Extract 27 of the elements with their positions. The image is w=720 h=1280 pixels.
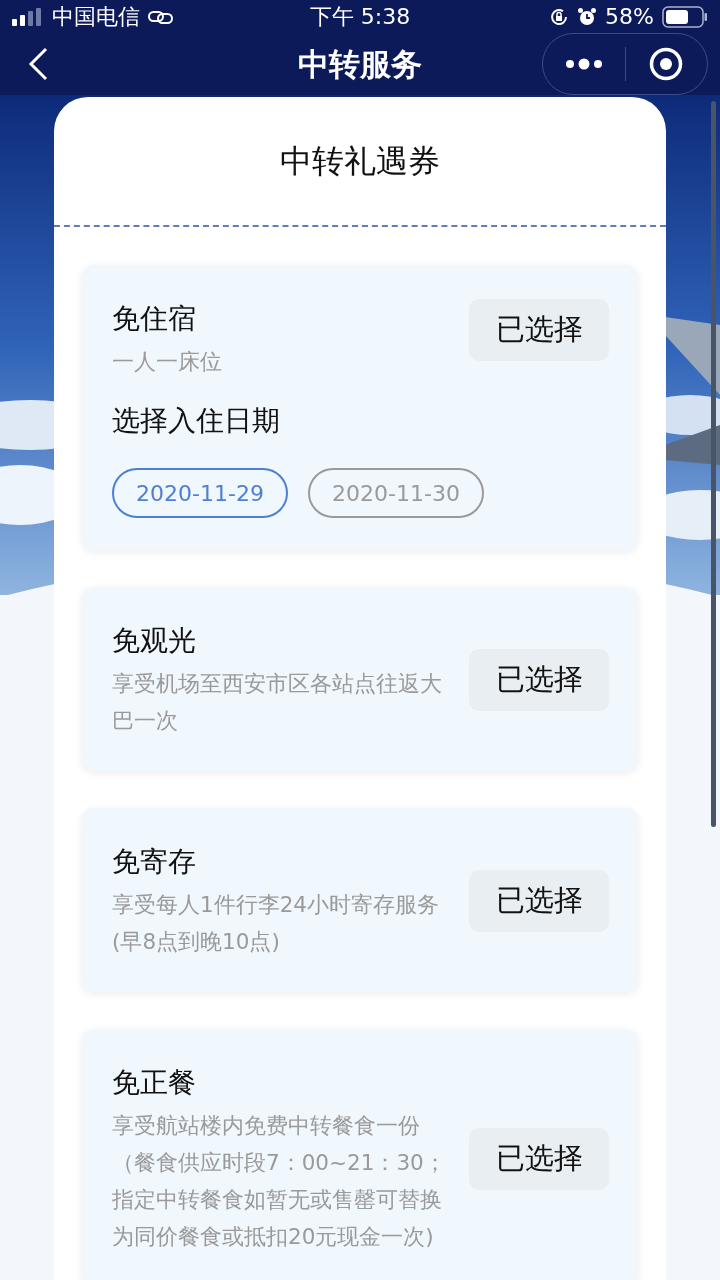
signal-icon	[12, 7, 44, 26]
selected-button[interactable]: 已选择	[469, 649, 609, 711]
sheet-title: 中转礼遇券	[280, 141, 440, 182]
rotation-lock-icon	[549, 6, 570, 27]
clock-time: 下午 5:38	[308, 3, 412, 31]
coupon-description: 一人一床位	[112, 348, 223, 376]
link-icon	[148, 8, 174, 25]
carrier-name: 中国电信	[52, 3, 140, 31]
date-option[interactable]: 2020-11-29	[112, 468, 288, 518]
battery-icon	[662, 5, 708, 28]
back-icon	[28, 47, 48, 81]
selected-button[interactable]: 已选择	[469, 299, 609, 361]
battery-percent: 58%	[605, 3, 654, 31]
selected-button[interactable]: 已选择	[469, 870, 609, 932]
alarm-icon	[577, 6, 598, 27]
date-label: 选择入住日期	[112, 403, 281, 439]
coupon-title: 免住宿	[112, 301, 197, 337]
coupon-title: 免正餐	[112, 1065, 197, 1101]
coupon-title: 免寄存	[112, 844, 197, 880]
coupon-description: 享受机场至西安市区各站点往返大巴一次	[112, 670, 443, 735]
target-icon	[649, 47, 684, 81]
more-icon	[564, 58, 603, 70]
selected-button[interactable]: 已选择	[469, 1128, 609, 1190]
coupon-description: 享受每人1件行李24小时寄存服务(早8点到晚10点)	[112, 891, 441, 956]
page-title: 中转服务	[298, 44, 422, 84]
coupon-title: 免观光	[112, 623, 197, 659]
coupon-description: 享受航站楼内免费中转餐食一份（餐食供应时段7：00~21：30；指定中转餐食如暂无或售罄可替换为同价餐食或抵扣20元现金一次)	[112, 1112, 447, 1251]
